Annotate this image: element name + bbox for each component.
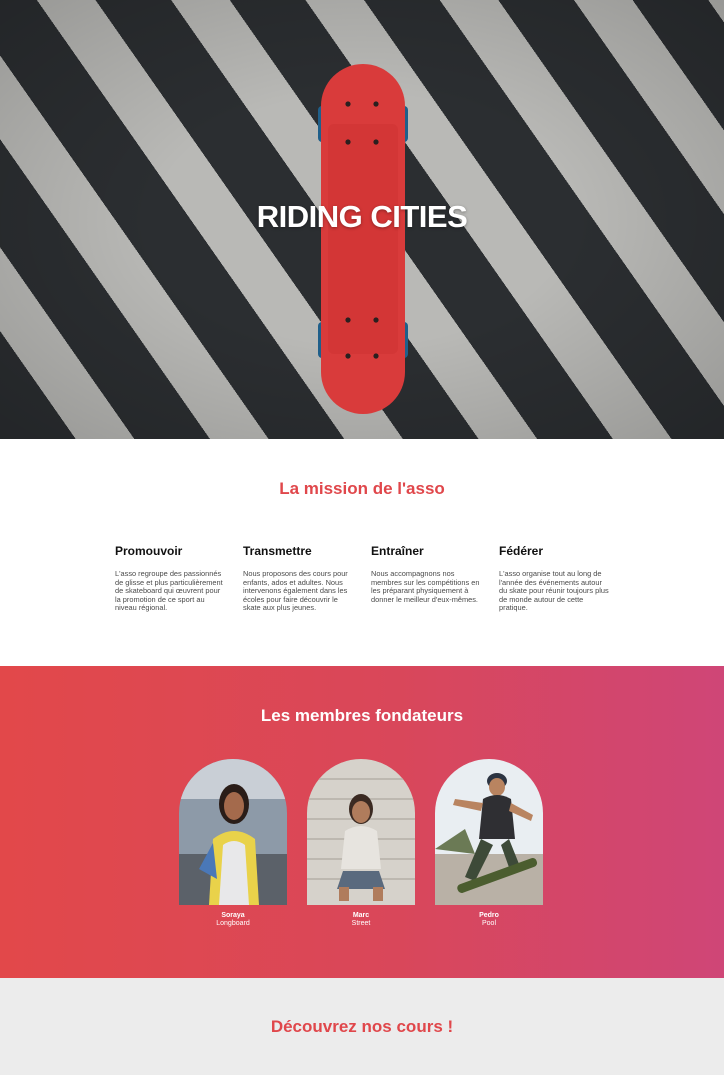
hero-banner: RIDING CITIES xyxy=(0,0,724,439)
member-photo xyxy=(307,759,415,905)
mission-item-text: Nous accompagnons nos membres sur les co… xyxy=(371,569,480,604)
mission-item-text: Nous proposons des cours pour enfants, a… xyxy=(243,569,348,613)
mission-item-title: Promouvoir xyxy=(115,544,183,558)
member-style: Longboard xyxy=(216,920,250,927)
mission-item-title: Entraîner xyxy=(371,544,424,558)
founders-section: Les membres fondateurs Soraya Longboard xyxy=(0,666,724,978)
member-card-soraya: Soraya Longboard xyxy=(179,759,287,928)
founders-title: Les membres fondateurs xyxy=(260,706,464,725)
member-photo xyxy=(179,759,287,905)
skateboard-image xyxy=(318,64,408,414)
member-photo xyxy=(435,759,543,905)
courses-section: Découvrez nos cours ! xyxy=(0,978,724,1075)
member-style: Street xyxy=(351,920,371,927)
member-name: Pedro xyxy=(479,912,499,919)
mission-item-text: L'asso organise tout au long de l'année … xyxy=(499,569,609,613)
mission-item-title: Fédérer xyxy=(499,544,544,558)
member-card-pedro: Pedro Pool xyxy=(435,759,543,928)
mission-title: La mission de l'asso xyxy=(279,479,445,498)
courses-title[interactable]: Découvrez nos cours ! xyxy=(0,1017,724,1037)
member-card-marc: Marc Street xyxy=(307,759,415,928)
mission-item-transmettre: Transmettre Nous proposons des cours pou… xyxy=(243,544,355,613)
member-name: Soraya xyxy=(221,912,245,919)
member-style: Pool xyxy=(481,920,496,927)
mission-item-entrainer: Entraîner Nous accompagnons nos membres … xyxy=(371,544,483,604)
mission-item-federer: Fédérer L'asso organise tout au long de … xyxy=(499,544,611,613)
member-name: Marc xyxy=(352,912,370,919)
mission-section: La mission de l'asso Promouvoir L'asso r… xyxy=(0,439,724,666)
mission-item-promouvoir: Promouvoir L'asso regroupe des passionné… xyxy=(115,544,227,613)
mission-item-text: L'asso regroupe des passionnés de glisse… xyxy=(115,569,223,613)
hero-title: RIDING CITIES xyxy=(256,199,468,234)
mission-item-title: Transmettre xyxy=(243,544,312,558)
